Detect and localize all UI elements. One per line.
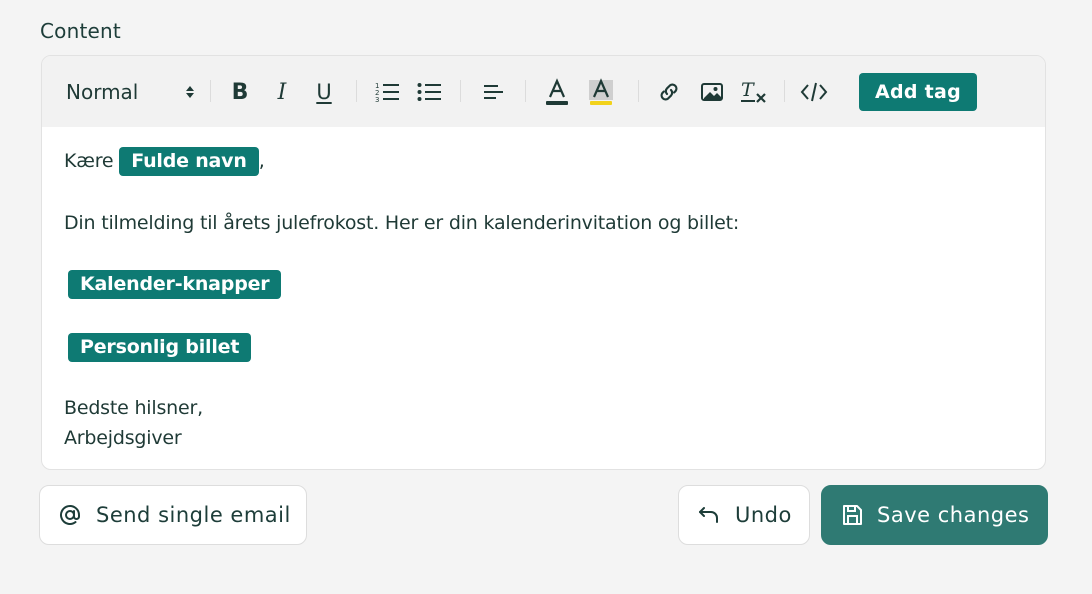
format-select-value: Normal — [66, 80, 139, 104]
undo-button[interactable]: Undo — [678, 485, 810, 545]
svg-text:3: 3 — [375, 96, 379, 103]
signature-line[interactable]: Arbejdsgiver — [64, 427, 182, 449]
link-icon — [660, 83, 678, 101]
calendar-tag-line[interactable]: Kalender-knapper — [68, 270, 282, 299]
bullet-list-icon — [417, 83, 441, 101]
code-icon — [800, 82, 828, 102]
highlight-color-button[interactable] — [587, 76, 615, 108]
image-button[interactable] — [698, 78, 726, 106]
at-sign-icon — [60, 504, 80, 525]
save-changes-button[interactable]: Save changes — [821, 485, 1048, 545]
code-button[interactable] — [799, 78, 829, 106]
link-button[interactable] — [655, 78, 683, 106]
toolbar-divider — [784, 80, 785, 102]
merge-tag-full-name[interactable]: Fulde navn — [119, 147, 259, 176]
editor-toolbar: Normal B I U 1 2 3 T Add tag — [42, 56, 1045, 127]
closing-line[interactable]: Bedste hilsner, — [64, 397, 203, 419]
underline-icon: U — [316, 80, 332, 104]
merge-tag-calendar-buttons[interactable]: Kalender-knapper — [68, 270, 282, 299]
clear-format-icon: T — [741, 79, 766, 103]
greeting-prefix: Kære — [64, 150, 114, 172]
svg-text:T: T — [741, 79, 755, 101]
ticket-tag-line[interactable]: Personlig billet — [68, 333, 252, 362]
toolbar-divider — [525, 80, 526, 102]
section-label: Content — [40, 19, 121, 43]
text-color-button[interactable] — [543, 76, 571, 108]
greeting-suffix: , — [258, 150, 265, 172]
bold-icon: B — [231, 79, 249, 105]
merge-tag-personal-ticket[interactable]: Personlig billet — [68, 333, 252, 362]
underline-button[interactable]: U — [312, 77, 336, 107]
send-single-email-button[interactable]: Send single email — [39, 485, 307, 545]
italic-button[interactable]: I — [270, 77, 294, 107]
text-color-icon — [546, 78, 568, 105]
bullet-list-button[interactable] — [416, 79, 442, 105]
italic-icon: I — [277, 79, 287, 105]
clear-format-button[interactable]: T — [740, 76, 768, 108]
align-button[interactable] — [482, 79, 506, 105]
image-icon — [701, 83, 723, 101]
save-changes-label: Save changes — [877, 503, 1030, 527]
undo-label: Undo — [735, 503, 792, 527]
highlight-color-icon — [589, 78, 613, 105]
align-left-icon — [484, 85, 503, 99]
toolbar-divider — [638, 80, 639, 102]
toolbar-divider — [210, 80, 211, 102]
toolbar-divider — [460, 80, 461, 102]
format-select[interactable]: Normal — [66, 74, 196, 110]
body-paragraph[interactable]: Din tilmelding til årets julefrokost. He… — [64, 212, 739, 234]
add-tag-button[interactable]: Add tag — [859, 73, 977, 111]
rich-text-editor: Normal B I U 1 2 3 T Add tag Kære Fulde … — [41, 55, 1046, 470]
send-single-email-label: Send single email — [96, 503, 291, 527]
toolbar-divider — [356, 80, 357, 102]
ordered-list-icon: 1 2 3 — [375, 82, 399, 103]
greeting-line[interactable]: Kære Fulde navn, — [64, 147, 265, 176]
select-arrows-icon — [186, 86, 194, 98]
ordered-list-button[interactable]: 1 2 3 — [374, 79, 400, 105]
undo-icon — [699, 507, 718, 523]
save-icon — [843, 505, 862, 525]
bold-button[interactable]: B — [228, 77, 252, 107]
